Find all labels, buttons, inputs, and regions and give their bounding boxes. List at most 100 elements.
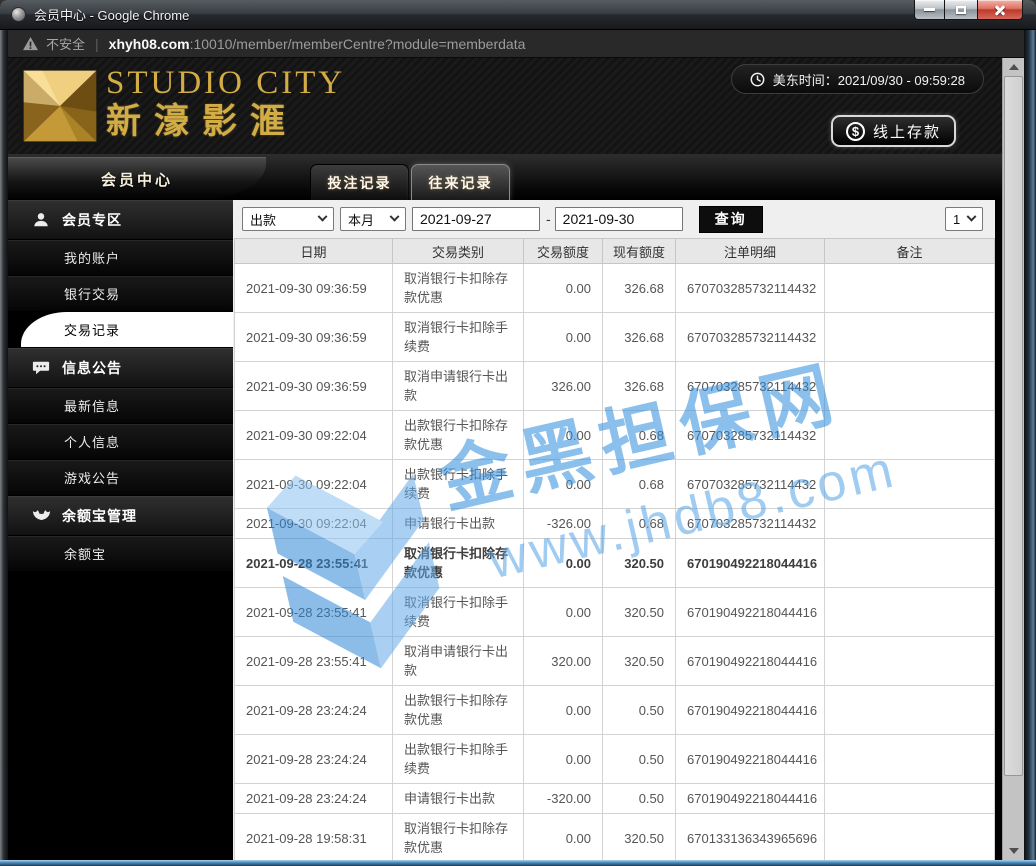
- sidebar-item[interactable]: 游戏公告: [8, 460, 233, 496]
- cell-note: [824, 538, 995, 588]
- cell-amount: 0.00: [523, 587, 603, 637]
- cell-date: 2021-09-30 09:22:04: [234, 508, 393, 539]
- cell-type: 取消银行卡扣除存款优惠: [392, 813, 524, 860]
- cell-order: 670703285732114432: [675, 410, 825, 460]
- cell-amount: -326.00: [523, 508, 603, 539]
- window-border-bottom: [0, 860, 1036, 866]
- page-select[interactable]: 1: [945, 207, 983, 231]
- cell-date: 2021-09-28 23:24:24: [234, 685, 393, 735]
- site-logo[interactable]: STUDIO CITY 新濠影滙: [18, 65, 345, 147]
- cell-amount: -320.00: [523, 783, 603, 814]
- dollar-icon: $: [845, 121, 865, 141]
- sidebar-item[interactable]: 最新信息: [8, 388, 233, 424]
- cell-date: 2021-09-30 09:36:59: [234, 263, 393, 313]
- sidebar-section-header[interactable]: 余额宝管理: [8, 496, 233, 536]
- page-main: STUDIO CITY 新濠影滙 美东时间：2021/09/30 - 09:59…: [8, 58, 1002, 860]
- table-row: 2021-09-28 23:55:41 取消银行卡扣除存款优惠 0.00 320.50…: [234, 538, 995, 588]
- server-time-chip: 美东时间：2021/09/30 - 09:59:28: [730, 64, 984, 94]
- table-row: 2021-09-28 23:55:41 取消银行卡扣除手续费 0.00 320.50 6…: [234, 587, 995, 637]
- cell-note: [824, 361, 995, 411]
- cell-type: 申请银行卡出款: [392, 783, 524, 814]
- page-select-value: 1: [953, 211, 961, 227]
- content-panel: 出款 本月 - 查询 1: [233, 200, 995, 860]
- table-row: 2021-09-30 09:22:04 出款银行卡扣除手续费 0.00 0.68 670…: [234, 459, 995, 509]
- cell-order: 670133136343965696: [675, 813, 825, 860]
- cell-amount: 0.00: [523, 813, 603, 860]
- window-title: 会员中心 - Google Chrome: [34, 8, 190, 23]
- sidebar-item[interactable]: 我的账户: [8, 240, 233, 276]
- table-row: 2021-09-28 23:24:24 出款银行卡扣除存款优惠 0.00 0.50 67…: [234, 685, 995, 735]
- table-column-header: 交易类别: [392, 238, 524, 264]
- close-icon: [994, 4, 1006, 16]
- cell-date: 2021-09-30 09:22:04: [234, 459, 393, 509]
- scroll-down-button[interactable]: [1003, 842, 1024, 860]
- table-row: 2021-09-28 23:24:24 出款银行卡扣除手续费 0.00 0.50 670…: [234, 734, 995, 784]
- warning-icon: [23, 36, 38, 51]
- cell-order: 670190492218044416: [675, 538, 825, 588]
- body-row: 会员专区 我的账户 银行交易 交易记录 信息公告 最新信息 个人信息 游戏公告 余额宝管理 余额宝…: [8, 200, 1002, 860]
- record-tab[interactable]: 投注记录: [310, 164, 409, 200]
- cell-order: 670703285732114432: [675, 508, 825, 539]
- sidebar-item[interactable]: 个人信息: [8, 424, 233, 460]
- clock-icon: [750, 72, 765, 86]
- cell-amount: 0.00: [523, 263, 603, 313]
- cell-order: 670190492218044416: [675, 734, 825, 784]
- online-deposit-button[interactable]: $ 线上存款: [830, 115, 956, 147]
- browser-window: 会员中心 - Google Chrome 不安全 | xhyh08.com:10…: [0, 0, 1036, 866]
- content-right-gutter: [995, 200, 1002, 860]
- cell-note: [824, 263, 995, 313]
- sidebar-section-header[interactable]: 信息公告: [8, 348, 233, 388]
- transaction-type-select[interactable]: 出款: [242, 207, 334, 231]
- cell-date: 2021-09-28 23:24:24: [234, 734, 393, 784]
- cell-amount: 0.00: [523, 685, 603, 735]
- sidebar-item[interactable]: 交易记录: [21, 312, 233, 348]
- vertical-scrollbar[interactable]: [1002, 58, 1024, 860]
- member-center-header: 会员中心: [8, 157, 266, 200]
- cell-note: [824, 734, 995, 784]
- ingot-icon: [32, 507, 51, 525]
- chevron-down-icon: [317, 211, 328, 222]
- site-header: STUDIO CITY 新濠影滙 美东时间：2021/09/30 - 09:59…: [8, 58, 1002, 154]
- sidebar-item[interactable]: 银行交易: [8, 276, 233, 312]
- cell-balance: 320.50: [602, 813, 676, 860]
- url-text[interactable]: xhyh08.com:10010/member/memberCentre?mod…: [109, 36, 526, 52]
- scroll-up-button[interactable]: [1003, 58, 1024, 76]
- cell-date: 2021-09-30 09:22:04: [234, 410, 393, 460]
- security-label: 不安全: [46, 37, 86, 52]
- date-to-input[interactable]: [554, 207, 683, 231]
- period-select[interactable]: 本月: [340, 207, 406, 231]
- transaction-table: 日期 交易类别 交易额度 现有额度 注单明细 备注 2021-09-30 09:36:59…: [234, 238, 995, 860]
- cell-order: 670703285732114432: [675, 312, 825, 362]
- cell-date: 2021-09-28 23:55:41: [234, 538, 393, 588]
- cell-type: 取消银行卡扣除手续费: [392, 312, 524, 362]
- search-button[interactable]: 查询: [698, 205, 763, 233]
- cell-type: 申请银行卡出款: [392, 508, 524, 539]
- table-column-header: 日期: [234, 238, 393, 264]
- table-header-row: 日期 交易类别 交易额度 现有额度 注单明细 备注: [234, 238, 995, 264]
- cell-amount: 0.00: [523, 538, 603, 588]
- table-row: 2021-09-28 23:55:41 取消申请银行卡出款 320.00 320.50…: [234, 636, 995, 686]
- date-from-input[interactable]: [412, 207, 540, 231]
- record-tab[interactable]: 往来记录: [411, 164, 510, 200]
- cell-amount: 0.00: [523, 312, 603, 362]
- cell-balance: 0.68: [602, 459, 676, 509]
- table-row: 2021-09-30 09:22:04 申请银行卡出款 -326.00 0.68 670…: [234, 508, 995, 539]
- window-controls: [914, 0, 1023, 20]
- sidebar-section-header[interactable]: 会员专区: [8, 200, 233, 240]
- site-favicon-icon: [11, 7, 26, 22]
- scrollbar-thumb[interactable]: [1004, 76, 1023, 776]
- table-column-header: 注单明细: [675, 238, 825, 264]
- chevron-down-icon: [389, 211, 400, 222]
- maximize-button[interactable]: [945, 0, 977, 20]
- cell-order: 670190492218044416: [675, 783, 825, 814]
- cell-balance: 326.68: [602, 312, 676, 362]
- filter-bar: 出款 本月 - 查询 1: [233, 200, 995, 238]
- close-button[interactable]: [977, 0, 1023, 20]
- sidebar-item[interactable]: 余额宝: [8, 536, 233, 572]
- title-bar[interactable]: 会员中心 - Google Chrome: [0, 0, 1036, 30]
- period-value: 本月: [348, 212, 375, 228]
- minimize-button[interactable]: [914, 0, 945, 20]
- cell-type: 取消申请银行卡出款: [392, 636, 524, 686]
- url-domain: xhyh08.com: [108, 35, 190, 52]
- address-bar[interactable]: 不安全 | xhyh08.com:10010/member/memberCent…: [8, 30, 1024, 58]
